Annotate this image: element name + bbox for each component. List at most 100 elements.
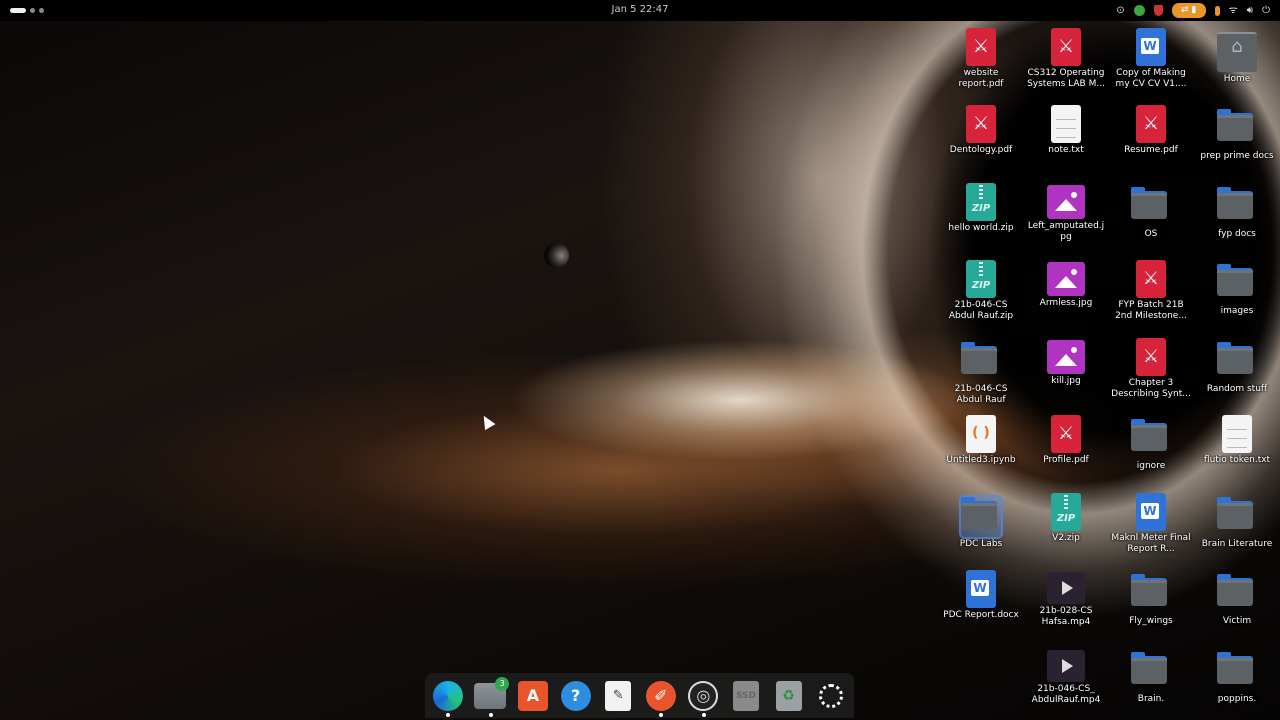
desktop-icon[interactable]: Left_amputated.jpg bbox=[1024, 179, 1108, 255]
desktop-icon[interactable]: Profile.pdf bbox=[1024, 411, 1108, 487]
dock-item[interactable]: A bbox=[514, 677, 552, 715]
pdf-file-icon bbox=[1051, 28, 1081, 66]
desktop-icon[interactable]: flutio token.txt bbox=[1195, 411, 1279, 487]
desktop-icon-label: Brain Literature bbox=[1201, 539, 1273, 549]
app-store-icon: A bbox=[517, 680, 548, 711]
desktop-icon-label: flutio token.txt bbox=[1203, 455, 1271, 465]
desktop-icon[interactable]: V2.zip bbox=[1024, 489, 1108, 565]
desktop-icon-label: Profile.pdf bbox=[1043, 455, 1089, 465]
desktop-icon-label: website report.pdf bbox=[958, 68, 1004, 89]
battery-icon[interactable]: ⏻ bbox=[1262, 2, 1270, 19]
desktop-icon[interactable]: CS312 Operating Systems LAB M... bbox=[1024, 24, 1108, 100]
dock-item[interactable]: ✎ bbox=[599, 677, 637, 715]
desktop-icon[interactable]: Brain Literature bbox=[1195, 489, 1279, 565]
desktop-icon-label: note.txt bbox=[1048, 145, 1084, 155]
desktop-icon[interactable]: PDC Report.docx bbox=[939, 566, 1023, 642]
desktop-icon[interactable]: poppins. bbox=[1195, 644, 1279, 720]
folder-file-icon bbox=[1217, 574, 1257, 614]
video-file-icon bbox=[1047, 572, 1085, 604]
desktop-icon-label: Left_amputated.jpg bbox=[1027, 221, 1105, 242]
folder-file-icon bbox=[1131, 419, 1171, 459]
folder-file-icon bbox=[1217, 497, 1257, 537]
desktop-icon[interactable]: kill.jpg bbox=[1024, 334, 1108, 410]
desktop-icon-label: Copy of Making my CV CV V1.... bbox=[1115, 68, 1187, 89]
desktop-icon[interactable]: Fly_wings bbox=[1109, 566, 1193, 642]
dock-item[interactable]: ? bbox=[557, 677, 595, 715]
desktop-icon[interactable]: Copy of Making my CV CV V1.... bbox=[1109, 24, 1193, 100]
dock-item[interactable]: ◎ bbox=[685, 677, 723, 717]
desktop-icon-label: 21b-046-CS Abdul Rauf.zip bbox=[948, 300, 1014, 321]
chrome-tray-icon[interactable]: ⊙ bbox=[1116, 2, 1124, 19]
dock-item[interactable] bbox=[812, 677, 850, 715]
desktop-icon[interactable]: note.txt bbox=[1024, 101, 1108, 177]
desktop-icon-label: Brain. bbox=[1137, 694, 1165, 704]
desktop-icon-label: FYP Batch 21B 2nd Milestone... bbox=[1115, 300, 1187, 321]
desktop-icon-label: Fly_wings bbox=[1129, 616, 1173, 626]
screen-share-indicator[interactable]: ⇄ ▮ bbox=[1171, 3, 1206, 18]
doc-file-icon bbox=[1136, 493, 1166, 531]
desktop-icon[interactable]: 21b-046-CS_ AbdulRauf.mp4 bbox=[1024, 644, 1108, 720]
desktop-icon[interactable]: FYP Batch 21B 2nd Milestone... bbox=[1109, 256, 1193, 332]
folder-file-icon bbox=[959, 495, 1003, 539]
ipynb-file-icon bbox=[966, 415, 996, 453]
folder-file-icon bbox=[1217, 342, 1257, 382]
folder-file-icon bbox=[1217, 652, 1257, 692]
desktop-icon[interactable]: Resume.pdf bbox=[1109, 101, 1193, 177]
folder-file-icon bbox=[961, 342, 1001, 382]
microphone-icon[interactable] bbox=[1214, 5, 1220, 16]
desktop-icon[interactable]: Victim bbox=[1195, 566, 1279, 642]
volume-icon[interactable]: 🔊︎ bbox=[1247, 2, 1253, 19]
top-bar: Jan 5 22:47 ⊙ ⇄ ▮ ᯤ 🔊︎ ⏻ bbox=[0, 0, 1280, 21]
desktop-icon-label: 21b-028-CS Hafsa.mp4 bbox=[1039, 606, 1093, 627]
desktop-icon[interactable]: 21b-046-CS Abdul Rauf.zip bbox=[939, 256, 1023, 332]
desktop-icon[interactable]: Untitled3.ipynb bbox=[939, 411, 1023, 487]
dock-item[interactable]: SSD bbox=[727, 677, 765, 715]
txt-file-icon bbox=[1222, 415, 1252, 453]
desktop-icon-label: Victim bbox=[1222, 616, 1252, 626]
zip-file-icon bbox=[966, 183, 996, 221]
dock-item[interactable]: 3 bbox=[472, 676, 510, 717]
clock[interactable]: Jan 5 22:47 bbox=[0, 4, 1280, 15]
desktop-icon[interactable]: prep prime docs bbox=[1195, 101, 1279, 177]
desktop-icon[interactable]: fyp docs bbox=[1195, 179, 1279, 255]
desktop-icon[interactable]: Armless.jpg bbox=[1024, 256, 1108, 332]
folder-file-icon bbox=[1131, 187, 1171, 227]
desktop-icon[interactable]: PDC Labs bbox=[939, 489, 1023, 565]
home-file-icon bbox=[1217, 32, 1257, 72]
help-icon: ? bbox=[560, 680, 591, 711]
desktop-icon-label: hello world.zip bbox=[948, 223, 1014, 233]
shield-icon[interactable] bbox=[1153, 5, 1163, 16]
img-file-icon bbox=[1047, 185, 1085, 219]
dock-item[interactable]: ♻ bbox=[770, 677, 808, 715]
desktop-icon[interactable]: ignore bbox=[1109, 411, 1193, 487]
desktop-icon[interactable]: OS bbox=[1109, 179, 1193, 255]
desktop-icon[interactable]: Home bbox=[1195, 24, 1279, 100]
desktop-icon-label: PDC Labs bbox=[959, 539, 1003, 549]
desktop-icon-label: Resume.pdf bbox=[1124, 145, 1178, 155]
video-file-icon bbox=[1047, 650, 1085, 682]
dock-item[interactable] bbox=[429, 677, 467, 717]
desktop-icon[interactable]: Dentology.pdf bbox=[939, 101, 1023, 177]
desktop-icon-label: Home bbox=[1223, 74, 1251, 84]
desktop-icon[interactable]: Maknl Meter Final Report R... bbox=[1109, 489, 1193, 565]
desktop-icon[interactable]: Random stuff bbox=[1195, 334, 1279, 410]
desktop-icon[interactable]: 21b-046-CS Abdul Rauf bbox=[939, 334, 1023, 410]
running-indicator bbox=[701, 712, 706, 717]
running-indicator bbox=[488, 712, 493, 717]
network-icon[interactable]: ᯤ bbox=[1229, 2, 1238, 19]
desktop-icon[interactable]: website report.pdf bbox=[939, 24, 1023, 100]
zip-file-icon bbox=[1051, 493, 1081, 531]
system-tray: ⊙ ⇄ ▮ ᯤ 🔊︎ ⏻ bbox=[1116, 2, 1270, 19]
green-status-icon[interactable] bbox=[1133, 5, 1145, 16]
desktop-icon[interactable]: hello world.zip bbox=[939, 179, 1023, 255]
ssd-drive-icon: SSD bbox=[732, 680, 759, 711]
img-file-icon bbox=[1047, 262, 1085, 296]
desktop-icon[interactable]: 21b-028-CS Hafsa.mp4 bbox=[1024, 566, 1108, 642]
desktop-icon[interactable]: images bbox=[1195, 256, 1279, 332]
desktop-icon[interactable]: Brain. bbox=[1109, 644, 1193, 720]
desktop-icon-label: images bbox=[1220, 306, 1254, 316]
desktop-icon[interactable]: Chapter 3 Describing Synt... bbox=[1109, 334, 1193, 410]
edge-icon bbox=[432, 680, 463, 711]
show-apps-icon bbox=[819, 683, 844, 708]
dock-item[interactable]: ✐ bbox=[642, 677, 680, 717]
